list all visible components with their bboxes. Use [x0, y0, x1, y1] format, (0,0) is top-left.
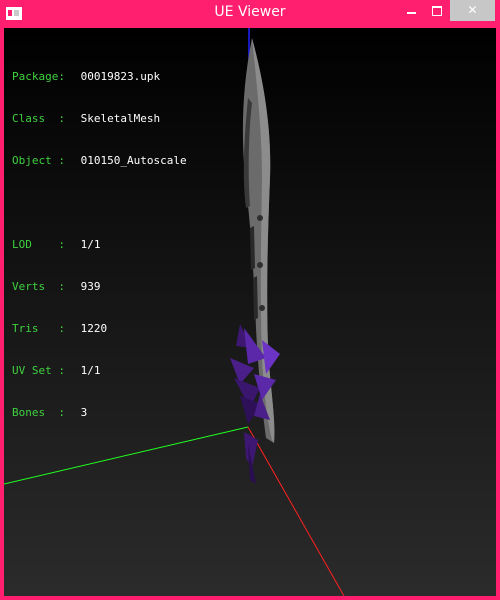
info-class: Class : SkeletalMesh — [12, 112, 161, 125]
maximize-icon — [432, 5, 442, 16]
close-button[interactable]: ✕ — [450, 0, 495, 21]
info-bones: Bones : 3 — [12, 406, 88, 419]
info-verts: Verts : 939 — [12, 280, 101, 293]
minimize-icon — [406, 11, 416, 14]
x-axis-line — [247, 426, 345, 596]
info-package: Package: 00019823.upk — [12, 70, 161, 83]
info-object: Object : 010150_Autoscale — [12, 154, 187, 167]
mesh-info-panel: Package: 00019823.upk Class : SkeletalMe… — [12, 42, 187, 448]
app-window: UE Viewer ✕ Package: 00019823.upk Class … — [0, 0, 500, 600]
maximize-button[interactable] — [424, 0, 450, 21]
info-lod: LOD : 1/1 — [12, 238, 101, 251]
3d-viewport[interactable]: Package: 00019823.upk Class : SkeletalMe… — [4, 28, 496, 596]
minimize-button[interactable] — [398, 0, 424, 21]
info-uvset: UV Set : 1/1 — [12, 364, 101, 377]
close-icon: ✕ — [467, 3, 478, 17]
title-bar[interactable]: UE Viewer ✕ — [0, 0, 500, 28]
info-tris: Tris : 1220 — [12, 322, 108, 335]
